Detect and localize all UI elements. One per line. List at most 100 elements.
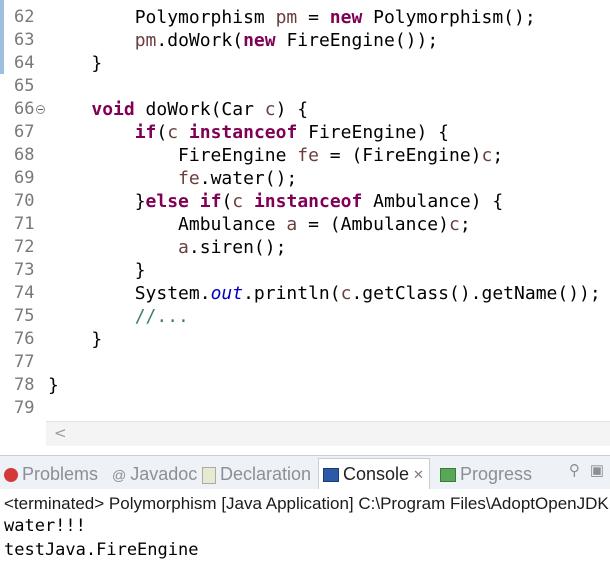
code-line[interactable]: 69 fe.water(); (0, 167, 610, 190)
tab-problems[interactable]: Problems (4, 462, 98, 486)
code-token: .siren(); (188, 237, 287, 258)
code-token: ; (459, 214, 471, 235)
code-token: instanceof (188, 122, 298, 143)
minimize-icon[interactable]: ▣ (590, 461, 604, 479)
code-line[interactable]: 64 } (0, 52, 610, 75)
tab-declaration[interactable]: Declaration (202, 462, 311, 486)
code-line[interactable]: 79 (0, 397, 610, 420)
code-line[interactable]: 76 } (0, 328, 610, 351)
code-text: Polymorphism pm = new Polymorphism(); (48, 6, 536, 29)
code-line[interactable]: 70 }else if(c instanceof Ambulance) { (0, 190, 610, 213)
code-token: } (48, 260, 146, 281)
progress-icon (440, 468, 456, 483)
line-number: 64 (14, 53, 35, 73)
tab-label: Declaration (220, 464, 312, 484)
code-token: if (134, 122, 157, 143)
console-view[interactable]: <terminated> Polymorphism [Java Applicat… (0, 489, 610, 573)
tab-label: Progress (460, 464, 533, 484)
code-line[interactable]: 63 pm.doWork(new FireEngine()); (0, 29, 610, 52)
line-number: 71 (14, 214, 35, 234)
code-token: fe (178, 168, 200, 189)
code-token: c (167, 122, 179, 143)
code-text: void doWork(Car c) { (48, 98, 308, 121)
code-line[interactable]: 65 (0, 75, 610, 98)
code-token: } (48, 53, 103, 74)
code-token: ( (156, 122, 168, 143)
code-line[interactable]: 67 if(c instanceof FireEngine) { (0, 121, 610, 144)
code-text: }else if(c instanceof Ambulance) { (48, 190, 504, 213)
code-line[interactable]: 77 (0, 351, 610, 374)
code-token: void (91, 99, 135, 120)
line-number: 76 (14, 329, 35, 349)
code-line[interactable]: 62 Polymorphism pm = new Polymorphism(); (0, 6, 610, 29)
code-line[interactable]: 73 } (0, 259, 610, 282)
code-text: Ambulance a = (Ambulance)c; (48, 213, 471, 236)
problems-icon (4, 468, 18, 483)
line-number: 67 (14, 122, 35, 142)
line-number: 77 (14, 352, 35, 372)
code-token: c (448, 214, 460, 235)
code-token: } (48, 191, 146, 212)
code-text: } (48, 52, 102, 75)
code-token: = (297, 7, 330, 28)
line-number: 65 (14, 76, 35, 96)
code-token: } (48, 375, 59, 396)
code-text: fe.water(); (48, 167, 297, 190)
code-text: FireEngine fe = (FireEngine)c; (48, 144, 503, 167)
line-number: 73 (14, 260, 35, 280)
code-token: Ambulance) { (362, 191, 504, 212)
line-number: 62 (14, 7, 35, 27)
code-line[interactable]: 78} (0, 374, 610, 397)
tab-javadoc[interactable]: @ Javadoc (112, 462, 197, 486)
close-icon[interactable]: ✕ (413, 467, 424, 482)
tab-console[interactable]: Console ✕ (318, 458, 430, 490)
fold-toggle-icon[interactable] (36, 105, 45, 114)
code-text: pm.doWork(new FireEngine()); (48, 29, 438, 52)
console-status: <terminated> Polymorphism [Java Applicat… (4, 494, 609, 513)
line-number: 75 (14, 306, 35, 326)
code-line[interactable]: 74 System.out.println(c.getClass().getNa… (0, 282, 610, 305)
code-line[interactable]: 66 void doWork(Car c) { (0, 98, 610, 121)
code-text: } (48, 374, 59, 397)
code-token: new (329, 7, 363, 28)
code-token: .getClass().getName()); (351, 283, 601, 304)
code-line[interactable]: 68 FireEngine fe = (FireEngine)c; (0, 144, 610, 167)
code-token: System. (48, 283, 211, 304)
code-token: //... (48, 306, 189, 327)
code-token: doWork(Car (134, 99, 265, 120)
tab-label: Console (343, 464, 410, 484)
console-output-line: testJava.FireEngine (4, 540, 199, 560)
line-number: 70 (14, 191, 35, 211)
code-line[interactable]: 75 //... (0, 305, 610, 328)
line-number: 69 (14, 168, 35, 188)
code-token: if (199, 191, 222, 212)
code-token: ; (492, 145, 504, 166)
code-text: a.siren(); (48, 236, 286, 259)
code-editor[interactable]: 62 Polymorphism pm = new Polymorphism();… (0, 0, 610, 420)
scroll-left-icon[interactable]: < (54, 424, 67, 442)
code-line[interactable]: 72 a.siren(); (0, 236, 610, 259)
code-token: FireEngine) { (297, 122, 450, 143)
line-number: 72 (14, 237, 35, 257)
code-token: ( (221, 191, 233, 212)
code-token: Ambulance (48, 214, 287, 235)
code-line[interactable]: 71 Ambulance a = (Ambulance)c; (0, 213, 610, 236)
pin-icon[interactable]: ⚲ (569, 461, 580, 479)
tab-progress[interactable]: Progress (440, 462, 532, 486)
code-text: System.out.println(c.getClass().getName(… (48, 282, 601, 305)
code-token: new (243, 30, 276, 51)
code-token: c (481, 145, 493, 166)
code-text: //... (48, 305, 189, 328)
code-token: = (Ambulance) (297, 214, 449, 235)
code-token: c (264, 99, 276, 120)
code-token: ) { (275, 99, 309, 120)
code-text: } (48, 328, 102, 351)
code-token: FireEngine()); (275, 30, 439, 51)
horizontal-scrollbar[interactable]: < (46, 421, 610, 446)
code-token: out (210, 283, 244, 304)
code-token: } (48, 329, 103, 350)
